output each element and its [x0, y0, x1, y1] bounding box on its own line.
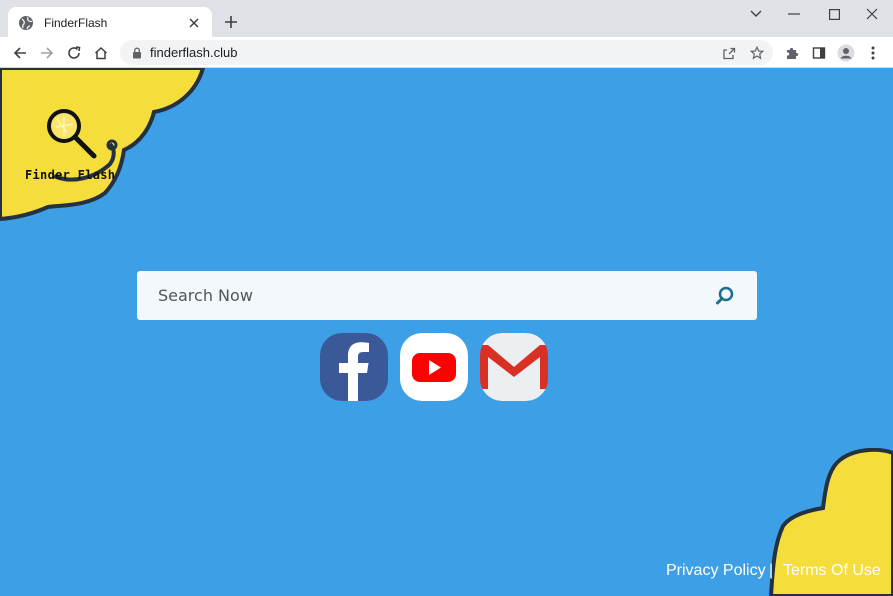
close-icon[interactable] [862, 6, 882, 22]
back-arrow-icon[interactable] [10, 43, 30, 63]
maximize-icon[interactable] [824, 6, 844, 22]
logo-text: Finder Flash [25, 168, 116, 182]
tab-close-icon[interactable] [186, 15, 202, 31]
extensions-puzzle-icon[interactable] [782, 43, 802, 63]
new-tab-button[interactable] [221, 12, 241, 32]
forward-arrow-icon[interactable] [37, 43, 57, 63]
magnifier-logo-icon [47, 109, 97, 159]
site-logo[interactable]: Finder Flash [20, 106, 120, 186]
lock-icon[interactable] [131, 47, 143, 59]
bookmark-star-icon[interactable] [748, 44, 766, 62]
url-text: finderflash.club [150, 45, 238, 60]
search-box [137, 271, 757, 320]
address-bar[interactable]: finderflash.club [120, 40, 773, 65]
tab-title: FinderFlash [44, 15, 108, 30]
minimize-icon[interactable] [784, 6, 804, 22]
youtube-icon [400, 333, 468, 401]
youtube-link[interactable] [400, 333, 468, 401]
chevron-down-icon[interactable] [746, 6, 766, 22]
globe-icon [18, 15, 34, 31]
tab-bar: FinderFlash [0, 0, 893, 38]
gmail-link[interactable] [480, 333, 548, 401]
side-panel-icon[interactable] [809, 43, 829, 63]
reload-icon[interactable] [64, 43, 84, 63]
browser-toolbar: finderflash.club [0, 37, 893, 68]
home-icon[interactable] [91, 43, 111, 63]
menu-kebab-icon[interactable] [863, 43, 883, 63]
search-input[interactable] [137, 271, 705, 320]
facebook-icon [320, 333, 388, 401]
footer-separator: | [769, 562, 774, 579]
facebook-link[interactable] [320, 333, 388, 401]
browser-tab[interactable]: FinderFlash [8, 7, 212, 38]
terms-of-use-link[interactable]: Terms Of Use [783, 562, 881, 580]
privacy-policy-link[interactable]: Privacy Policy [666, 562, 766, 580]
profile-avatar-icon[interactable] [836, 43, 856, 63]
search-icon[interactable] [705, 276, 745, 316]
share-icon[interactable] [720, 44, 738, 62]
gmail-icon [480, 333, 548, 401]
page-content: Finder Flash Privacy Policy | Terms Of [0, 68, 893, 596]
